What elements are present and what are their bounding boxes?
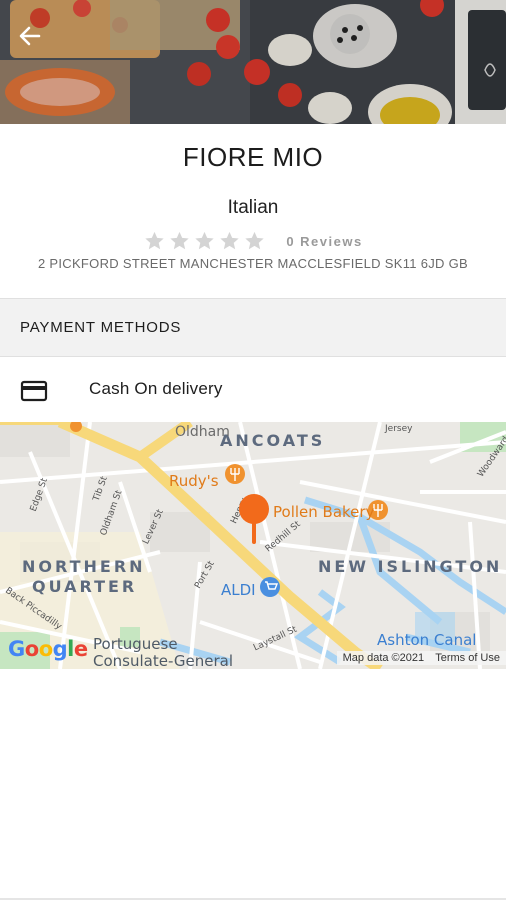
star-icon (170, 231, 189, 250)
hero-image (0, 0, 506, 124)
map-data-text: Map data ©2021 (342, 652, 425, 664)
map-attribution: Map data ©2021 Terms of Use (336, 651, 506, 665)
poi-aldi[interactable]: ALDI (221, 581, 256, 599)
payment-method-cash[interactable]: Cash On delivery (0, 358, 506, 422)
poi-pollen-bakery[interactable]: Pollen Bakery (273, 503, 374, 521)
area-label-northern: NORTHERN (22, 557, 146, 576)
area-label-new-islington: NEW ISLINGTON (318, 557, 503, 576)
rating-row: 0 Reviews (0, 230, 506, 252)
credit-card-icon (20, 380, 48, 402)
poi-consulate-line2[interactable]: Consulate-General (93, 652, 233, 669)
star-icon (195, 231, 214, 250)
restaurant-address: 2 PICKFORD STREET MANCHESTER MACCLESFIEL… (37, 256, 469, 271)
star-icon (220, 231, 239, 250)
terms-of-use-link[interactable]: Terms of Use (435, 652, 500, 664)
street-jersey: Jersey (385, 424, 413, 434)
reviews-count[interactable]: 0 Reviews (286, 234, 362, 249)
star-rating (143, 230, 266, 252)
cuisine-label: Italian (227, 197, 279, 218)
poi-rudys[interactable]: Rudy's (169, 472, 219, 490)
map-pin-icon[interactable] (237, 492, 271, 548)
area-label-quarter: QUARTER (32, 577, 138, 596)
location-map[interactable]: ANCOATS NORTHERN QUARTER NEW ISLINGTON R… (0, 422, 506, 669)
section-title: PAYMENT METHODS (20, 319, 182, 336)
food-photo (0, 0, 506, 124)
star-icon (245, 231, 264, 250)
restaurant-name: FIORE MIO (182, 142, 324, 172)
star-icon (145, 231, 164, 250)
area-label-ancoats: ANCOATS (220, 431, 326, 450)
arrow-left-icon (19, 26, 41, 46)
payment-method-label: Cash On delivery (89, 379, 223, 398)
street-oldham: Oldham (175, 424, 230, 440)
poi-consulate-line1[interactable]: Portuguese (93, 635, 178, 653)
payment-methods-header: PAYMENT METHODS (0, 298, 506, 357)
back-button[interactable] (14, 20, 46, 52)
poi-ashton-canal[interactable]: Ashton Canal (377, 631, 476, 649)
google-logo: Google (8, 637, 88, 661)
